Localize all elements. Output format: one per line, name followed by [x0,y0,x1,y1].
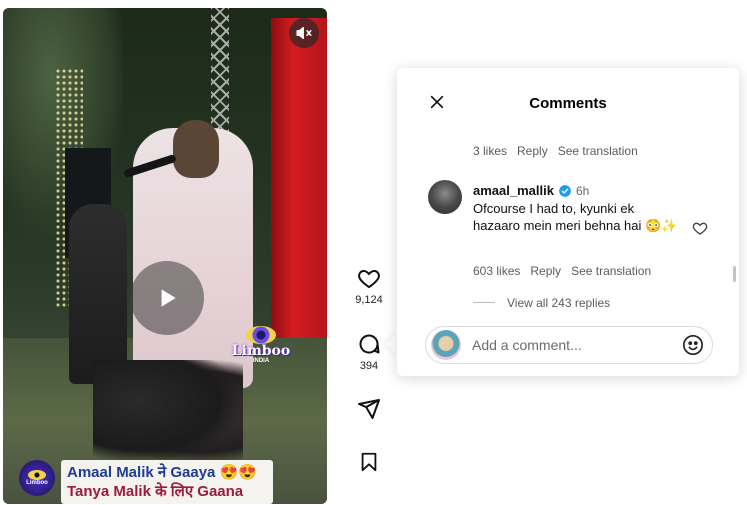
comment-like-button[interactable] [692,220,708,236]
watermark-brand: Limboo [231,343,291,359]
mute-button[interactable] [289,18,319,48]
previous-likes[interactable]: 3 likes [473,144,507,158]
video-caption: Amaal Malik ने Gaaya 😍😍 Tanya Malik के ल… [61,460,273,504]
previous-comment-meta: 3 likes Reply See translation [473,144,638,158]
comment-likes[interactable]: 603 likes [473,264,520,278]
comment-author: amaal_mallik 6h [473,183,589,198]
heart-icon[interactable] [692,220,708,236]
watermark-logo: Limboo INDIA [231,326,291,368]
play-button[interactable] [130,261,204,335]
save-action[interactable] [350,450,388,474]
play-icon [154,285,180,311]
comment-bubble-icon[interactable] [356,332,382,356]
comments-panel: Comments 3 likes Reply See translation a… [397,68,739,376]
channel-logo-text: Limboo [26,480,48,486]
comment-time: 6h [575,183,590,198]
person-background [69,204,127,384]
avatar[interactable] [428,180,462,214]
comment-action[interactable]: 394 [350,332,388,372]
view-replies-link[interactable]: View all 243 replies [507,296,610,310]
like-action[interactable]: 9,124 [350,266,388,306]
caption-line-2: Tanya Malik के लिए Gaana [67,483,244,500]
comment-input[interactable] [472,335,672,355]
heart-icon[interactable] [356,266,382,290]
previous-reply-link[interactable]: Reply [517,144,548,158]
comments-header: Comments [397,68,739,138]
watermark-sub: INDIA [252,358,270,364]
comment-reply-link[interactable]: Reply [530,264,561,278]
like-count: 9,124 [355,294,383,306]
comment-composer [425,326,713,364]
eye-logo-icon [28,470,46,480]
emoji-button[interactable] [682,334,704,356]
comment-translate-link[interactable]: See translation [571,264,651,278]
comment-text: Ofcourse I had to, kyunki ek hazaaro mei… [473,201,678,233]
muted-speaker-icon [295,24,313,42]
channel-logo: Limboo [19,460,55,496]
replies-divider [473,302,495,303]
comment-count: 394 [359,360,379,372]
comments-title: Comments [529,95,607,112]
singer-head [173,120,219,178]
eye-logo-icon [246,326,276,344]
couple-inset [93,360,243,464]
avatar [431,330,461,360]
caption-line-1: Amaal Malik ने Gaaya 😍😍 [67,464,257,481]
smiley-icon[interactable] [682,334,704,356]
reel-video[interactable]: Limboo INDIA Limboo Amaal Malik ने Gaaya… [3,8,327,504]
background-red-curtain [271,18,327,338]
comment-username[interactable]: amaal_mallik [473,183,554,198]
verified-badge-icon [558,184,572,198]
share-send-icon[interactable] [357,397,381,421]
bookmark-icon[interactable] [358,450,380,474]
share-action[interactable] [350,397,388,421]
previous-translate-link[interactable]: See translation [558,144,638,158]
scrollbar[interactable] [733,266,736,282]
comment-meta: 603 likes Reply See translation [473,264,651,278]
